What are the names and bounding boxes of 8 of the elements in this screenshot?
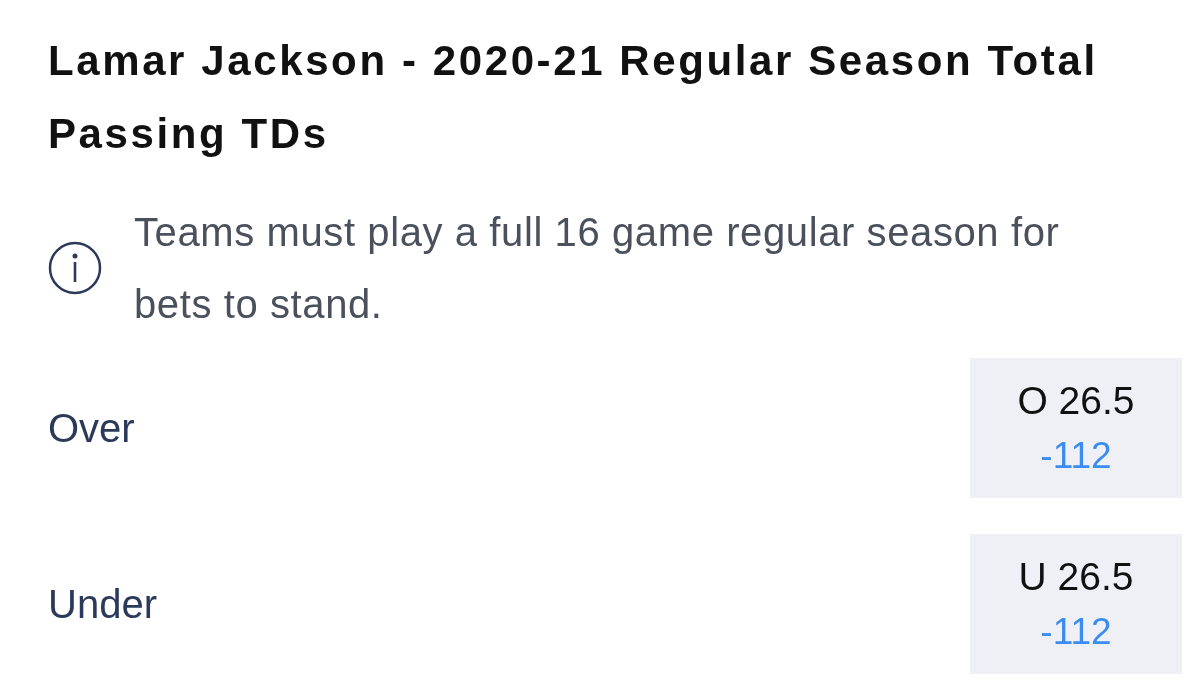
- odds-button[interactable]: O 26.5 -112: [970, 358, 1182, 498]
- info-icon: [48, 241, 102, 295]
- outcome-label: Under: [48, 581, 157, 627]
- odds-button[interactable]: U 26.5 -112: [970, 534, 1182, 674]
- market-title: Passing TDs: [48, 109, 329, 159]
- market-title: Lamar Jackson - 2020-21 Regular Season Total: [48, 36, 1098, 86]
- rule-note: Teams must play a full 16 game regular season for bets to stand.: [134, 209, 1061, 328]
- outcome-label: Over: [48, 405, 135, 451]
